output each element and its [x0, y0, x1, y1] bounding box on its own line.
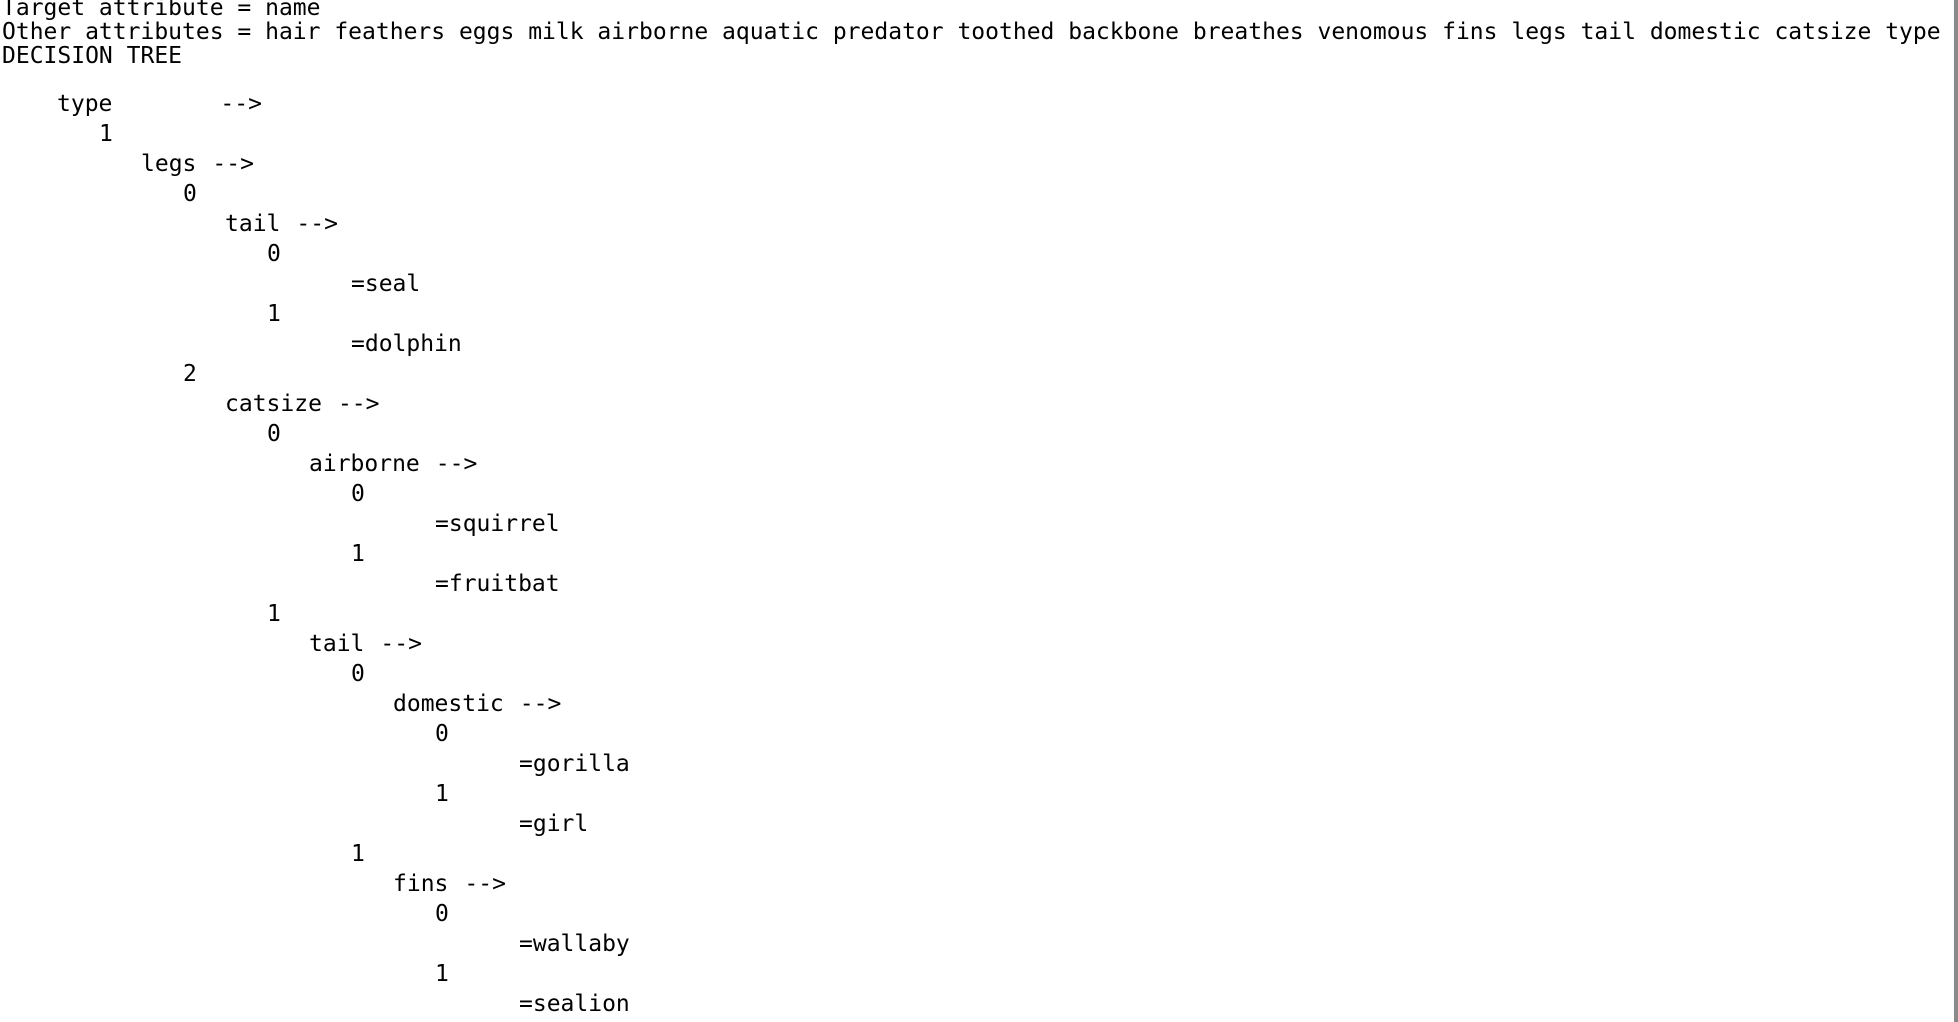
- tree-branch-value: 1: [351, 539, 365, 569]
- tree-node-label: domestic: [393, 691, 504, 717]
- tree-attribute-node: tail -->: [225, 209, 338, 239]
- tree-arrow: -->: [464, 871, 506, 897]
- tree-arrow: -->: [519, 691, 562, 717]
- tree-arrow: -->: [337, 391, 380, 417]
- tree-leaf-node: =fruitbat: [435, 569, 560, 599]
- tree-branch-value: 1: [435, 959, 449, 989]
- tree-leaf-node: =gorilla: [519, 749, 630, 779]
- tree-arrow: -->: [380, 631, 422, 657]
- tree-node-label: 1: [435, 781, 449, 807]
- tree-branch-value: 0: [435, 899, 449, 929]
- console-output: Target attribute = name Other attributes…: [0, 0, 1958, 1022]
- tree-node-label: 1: [267, 601, 281, 627]
- tree-node-label: 1: [435, 961, 449, 987]
- tree-node-label: 0: [267, 241, 281, 267]
- tree-node-label: 1: [351, 541, 365, 567]
- tree-node-label: 0: [267, 421, 281, 447]
- tree-leaf-node: =seal: [351, 269, 420, 299]
- tree-attribute-node: airborne -->: [309, 449, 477, 479]
- tree-node-label: airborne: [309, 451, 420, 477]
- tree-attribute-node: type -->: [57, 89, 262, 119]
- other-attributes-line: Other attributes = hair feathers eggs mi…: [2, 19, 1941, 45]
- tree-node-label: 1: [351, 841, 365, 867]
- tree-attribute-node: legs -->: [141, 149, 254, 179]
- tree-branch-value: 0: [183, 179, 197, 209]
- tree-node-label: =gorilla: [519, 751, 630, 777]
- tree-branch-value: 0: [267, 419, 281, 449]
- tree-attribute-node: tail -->: [309, 629, 422, 659]
- tree-node-label: =sealion: [519, 991, 630, 1017]
- tree-node-label: 0: [435, 901, 449, 927]
- tree-attribute-node: catsize -->: [225, 389, 379, 419]
- tree-leaf-node: =dolphin: [351, 329, 462, 359]
- tree-arrow: -->: [212, 151, 254, 177]
- tree-arrow: -->: [435, 451, 478, 477]
- tree-node-label: =fruitbat: [435, 571, 560, 597]
- tree-arrow: -->: [296, 211, 338, 237]
- tree-node-label: catsize: [225, 391, 322, 417]
- tree-branch-value: 0: [267, 239, 281, 269]
- tree-branch-value: 2: [183, 359, 197, 389]
- tree-branch-value: 0: [351, 479, 365, 509]
- tree-branch-value: 1: [267, 599, 281, 629]
- tree-attribute-node: domestic -->: [393, 689, 561, 719]
- tree-node-label: 0: [435, 721, 449, 747]
- tree-node-label: 0: [183, 181, 197, 207]
- tree-node-label: 0: [351, 481, 365, 507]
- tree-node-label: legs: [141, 151, 197, 177]
- tree-node-label: 2: [183, 361, 197, 387]
- tree-node-label: 1: [267, 301, 281, 327]
- tree-leaf-node: =girl: [519, 809, 588, 839]
- tree-branch-value: 1: [435, 779, 449, 809]
- tree-attribute-node: fins -->: [393, 869, 506, 899]
- tree-branch-value: 1: [351, 839, 365, 869]
- tree-node-label: tail: [309, 631, 365, 657]
- tree-node-label: 1: [99, 121, 113, 147]
- vertical-scrollbar[interactable]: [1954, 0, 1958, 1022]
- decision-tree-header: DECISION TREE: [2, 43, 183, 69]
- tree-branch-value: 1: [267, 299, 281, 329]
- tree-branch-value: 0: [351, 659, 365, 689]
- tree-leaf-node: =sealion: [519, 989, 630, 1019]
- tree-branch-value: 1: [99, 119, 113, 149]
- tree-node-label: 0: [351, 661, 365, 687]
- tree-branch-value: 0: [435, 719, 449, 749]
- tree-node-label: =dolphin: [351, 331, 462, 357]
- tree-node-label: =seal: [351, 271, 421, 297]
- tree-node-label: =squirrel: [435, 511, 560, 537]
- tree-node-label: tail: [225, 211, 281, 237]
- tree-node-label: type: [57, 91, 113, 117]
- tree-node-label: =girl: [519, 811, 589, 837]
- tree-node-label: fins: [393, 871, 449, 897]
- tree-node-label: =wallaby: [519, 931, 630, 957]
- tree-arrow: -->: [220, 91, 262, 117]
- tree-leaf-node: =squirrel: [435, 509, 560, 539]
- tree-leaf-node: =wallaby: [519, 929, 630, 959]
